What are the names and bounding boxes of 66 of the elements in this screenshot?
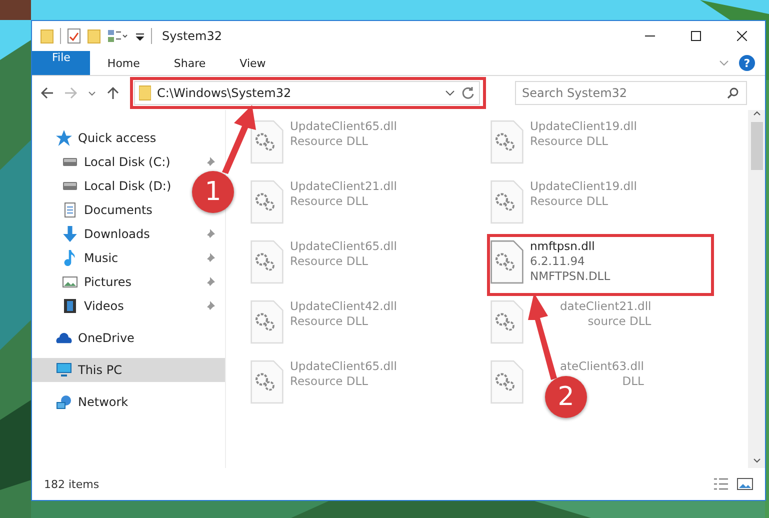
- file-detail: Resource DLL: [530, 194, 610, 209]
- pointer-arrow: [222, 105, 256, 174]
- nav-item[interactable]: Network: [32, 390, 138, 414]
- nav-item[interactable]: Pictures: [32, 270, 225, 294]
- customize-icon[interactable]: [107, 28, 129, 44]
- nav-item[interactable]: Local Disk (C:): [32, 150, 225, 174]
- scroll-down-icon[interactable]: [752, 458, 760, 464]
- document-icon: [62, 202, 78, 218]
- refresh-icon[interactable]: [461, 86, 475, 100]
- file-detail: Resource DLL: [530, 134, 610, 149]
- file-gear-icon[interactable]: [490, 239, 524, 285]
- new-folder-icon[interactable]: [87, 28, 101, 44]
- nav-item[interactable]: This PC: [32, 358, 225, 382]
- file-detail: Resource DLL: [290, 314, 370, 329]
- film-icon: [62, 298, 78, 314]
- cloud-icon: [56, 330, 72, 346]
- folder-icon: [139, 85, 151, 101]
- search-icon: [727, 87, 739, 99]
- pin-icon[interactable]: [205, 253, 215, 263]
- scrollbar[interactable]: [748, 110, 765, 468]
- nav-item[interactable]: Videos: [32, 294, 225, 318]
- nav-item[interactable]: Downloads: [32, 222, 225, 246]
- file-detail: source DLL: [588, 314, 652, 329]
- nav-item[interactable]: OneDrive: [32, 326, 144, 350]
- ribbon-tab[interactable]: View: [222, 51, 283, 75]
- file-menu-tab[interactable]: File: [32, 51, 90, 75]
- pin-icon[interactable]: [205, 229, 215, 239]
- ribbon-tab[interactable]: Share: [156, 51, 223, 75]
- details-view-icon[interactable]: [713, 477, 729, 491]
- file-name[interactable]: nmftpsn.dll: [530, 239, 610, 254]
- nav-item[interactable]: Quick access: [32, 126, 166, 150]
- chevron-icon[interactable]: [445, 89, 455, 97]
- scroll-thumb[interactable]: [750, 122, 762, 170]
- file-detail: NMFTPSN.DLL: [530, 269, 610, 284]
- download-icon: [62, 226, 78, 242]
- item-count: 182 items: [44, 478, 100, 490]
- address-field[interactable]: C:\Windows\System32: [134, 81, 480, 105]
- file-detail: DLL: [622, 374, 644, 389]
- ribbon-tab[interactable]: Home: [90, 51, 157, 75]
- forward-icon[interactable]: [64, 86, 78, 100]
- file-detail: 6.2.11.94: [530, 254, 586, 269]
- pin-icon[interactable]: [205, 301, 215, 311]
- monitor-icon: [56, 362, 72, 378]
- scroll-up-icon[interactable]: [752, 110, 760, 116]
- maximize-icon[interactable]: [691, 31, 701, 41]
- nav-item[interactable]: Documents: [32, 198, 162, 222]
- thumbnail-view-icon[interactable]: [737, 477, 753, 491]
- nav-item[interactable]: Music: [32, 246, 225, 270]
- nav-item[interactable]: Local Disk (D:): [32, 174, 182, 198]
- file-detail: Resource DLL: [290, 194, 370, 209]
- file-detail: Resource DLL: [290, 374, 370, 389]
- pictures-icon: [62, 274, 78, 290]
- file-detail: Resource DLL: [290, 134, 370, 149]
- window-title: System32: [162, 29, 222, 43]
- pin-icon[interactable]: [205, 277, 215, 287]
- close-icon[interactable]: [737, 31, 747, 41]
- folder-icon[interactable]: [40, 28, 54, 44]
- search-field[interactable]: Search System32: [515, 81, 747, 105]
- help-button[interactable]: ?: [739, 55, 755, 71]
- up-icon[interactable]: [106, 86, 120, 100]
- file-detail: Resource DLL: [290, 254, 370, 269]
- pin-icon[interactable]: [205, 157, 215, 167]
- star-icon: [56, 130, 72, 146]
- properties-icon[interactable]: [67, 28, 81, 44]
- back-icon[interactable]: [40, 86, 54, 100]
- network-icon: [56, 394, 72, 410]
